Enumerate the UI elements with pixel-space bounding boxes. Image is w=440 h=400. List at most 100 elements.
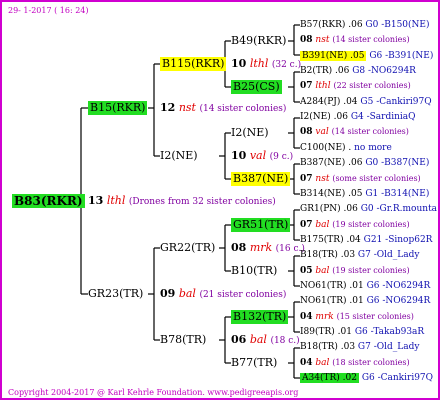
- root-note: (Drones from 32 sister colonies): [128, 197, 276, 207]
- g4-queen-label: I89(TR) .01: [300, 327, 352, 337]
- g4-queen-label: GR1(PN) .06: [300, 204, 358, 214]
- g4-queen-24: A34(TR) .02 G6 -Cankiri97Q: [300, 371, 433, 385]
- g4-queen-6: A284(PJ) .04 G5 -Cankiri97Q: [300, 95, 432, 109]
- g4-origin: no more: [354, 143, 392, 153]
- g4-origin: G0 -B150(NE): [365, 20, 430, 30]
- queen-g3-4: B387(NE): [231, 172, 291, 186]
- g4-queen-7: I2(NE) .06 G4 -SardiniaQ: [300, 110, 416, 124]
- g4-queen-label: NO61(TR) .01: [300, 296, 364, 306]
- g4-mark: nst: [315, 35, 330, 45]
- g4-queen-label: B18(TR) .03: [300, 342, 356, 352]
- g4-note: (19 sister colonies): [332, 220, 410, 229]
- g4-origin: G7 -Old_Lady: [357, 342, 420, 352]
- g4-mark: nst: [315, 174, 330, 184]
- g4-gen: 07: [300, 81, 313, 91]
- g4-queen-label: B2(TR) .06: [300, 66, 350, 76]
- mark-g1-2: bal: [178, 287, 196, 300]
- g4-gen: 08: [300, 127, 313, 137]
- g4-mark: mrk: [315, 312, 334, 322]
- gen-g1-1: 12: [160, 101, 176, 114]
- g4-note: (14 sister colonies): [332, 35, 410, 44]
- g4-origin: G6 -Takab93aR: [354, 327, 425, 337]
- g4-mark: lthl: [315, 81, 331, 91]
- note-g1-2: (21 sister colonies): [199, 290, 287, 300]
- g4-queen-label: B314(NE) .05: [300, 189, 363, 199]
- g4-gen: 07: [300, 220, 313, 230]
- g4-queen-label: I2(NE) .06: [300, 112, 348, 122]
- mating-g1-1: 12 nst (14 sister colonies): [160, 101, 286, 116]
- g4-gen: 08: [300, 35, 313, 45]
- g4-origin: G8 -NO6294R: [352, 66, 416, 76]
- g4-queen-9: C100(NE) . no more: [300, 141, 392, 155]
- mark-g2-3: mrk: [249, 241, 273, 254]
- queen-g3-2: B25(CS): [231, 80, 282, 94]
- queen-g3-5: GR51(TR): [231, 218, 291, 232]
- g4-origin: G1 -B314(NE): [365, 189, 430, 199]
- queen-g2-2: I2(NE): [160, 149, 198, 162]
- g4-queen-label: B391(NE) .05: [300, 51, 367, 61]
- g4-mating-11: 07 nst (some sister colonies): [300, 172, 421, 186]
- mark-g2-2: val: [249, 149, 267, 162]
- g4-queen-4: B2(TR) .06 G8 -NO6294R: [300, 64, 416, 78]
- g4-queen-label: B18(TR) .03: [300, 250, 356, 260]
- gen-g1-2: 09: [160, 287, 176, 300]
- g4-mating-2: 08 nst (14 sister colonies): [300, 33, 410, 47]
- g4-gen: 07: [300, 174, 313, 184]
- g4-mating-5: 07 lthl (22 sister colonies): [300, 79, 411, 93]
- g4-origin: G6 -NO6294R: [366, 281, 431, 291]
- g4-queen-label: A34(TR) .02: [300, 373, 359, 383]
- g4-queen-label: C100(NE) .: [300, 143, 352, 153]
- root-gen: 13: [88, 194, 104, 207]
- gen-g2-1: 10: [231, 57, 247, 70]
- g4-queen-12: B314(NE) .05 G1 -B314(NE): [300, 187, 429, 201]
- queen-g2-1: B115(RKR): [160, 57, 227, 71]
- g4-queen-label: B387(NE) .06: [300, 158, 363, 168]
- g4-origin: G0 -Gr.R.mounta: [360, 204, 438, 214]
- g4-note: (some sister colonies): [332, 174, 421, 183]
- g4-origin: G7 -Old_Lady: [357, 250, 420, 260]
- g4-origin: G4 -SardiniaQ: [350, 112, 416, 122]
- g4-queen-label: B57(RKR) .06: [300, 20, 363, 30]
- date-stamp: 29- 1-2017 ( 16: 24): [8, 6, 89, 15]
- g4-origin: G0 -B387(NE): [365, 158, 430, 168]
- mating-g2-3: 08 mrk (16 c.): [231, 241, 305, 256]
- g4-queen-label: A284(PJ) .04: [300, 97, 358, 107]
- g4-queen-10: B387(NE) .06 G0 -B387(NE): [300, 156, 429, 170]
- note-g2-1: (32 c.): [271, 60, 302, 70]
- queen-g3-1: B49(RKR): [231, 34, 287, 47]
- g4-mark: bal: [315, 358, 330, 368]
- g4-gen: 04: [300, 312, 313, 322]
- gen-g2-3: 08: [231, 241, 247, 254]
- g4-note: (14 sister colonies): [331, 127, 409, 136]
- g4-queen-18: NO61(TR) .01 G6 -NO6294R: [300, 279, 430, 293]
- note-g2-2: (9 c.): [269, 152, 294, 162]
- g4-origin: G21 -Sinop62R: [363, 235, 433, 245]
- g4-queen-21: I89(TR) .01 G6 -Takab93aR: [300, 325, 424, 339]
- queen-g3-3: I2(NE): [231, 126, 269, 139]
- queen-g1-1: B15(RKR): [88, 101, 148, 115]
- g4-origin: G6 -B391(NE): [369, 51, 434, 61]
- g4-queen-1: B57(RKR) .06 G0 -B150(NE): [300, 18, 430, 32]
- g4-origin: G6 -Cankiri97Q: [361, 373, 434, 383]
- mating-g2-4: 06 bal (18 c.): [231, 333, 300, 348]
- g4-note: (19 sister colonies): [332, 266, 410, 275]
- pedigree-frame: 29- 1-2017 ( 16: 24) B83(RKR) 13 lthl (D…: [0, 0, 440, 400]
- g4-origin: G6 -NO6294R: [366, 296, 431, 306]
- mating-g2-2: 10 val (9 c.): [231, 149, 293, 164]
- g4-origin: G5 -Cankiri97Q: [360, 97, 432, 107]
- note-g1-1: (14 sister colonies): [199, 104, 287, 114]
- root-queen: B83(RKR): [12, 194, 85, 208]
- queen-g3-8: B77(TR): [231, 356, 278, 369]
- g4-queen-19: NO61(TR) .01 G6 -NO6294R: [300, 294, 430, 308]
- queen-g1-2: GR23(TR): [88, 287, 144, 300]
- g4-mark: val: [315, 127, 329, 137]
- g4-queen-label: NO61(TR) .01: [300, 281, 364, 291]
- mark-g2-4: bal: [249, 333, 267, 346]
- note-g2-4: (18 c.): [270, 336, 300, 346]
- g4-note: (18 sister colonies): [332, 358, 410, 367]
- g4-mark: bal: [315, 220, 330, 230]
- mating-g1-2: 09 bal (21 sister colonies): [160, 287, 286, 302]
- copyright: Copyright 2004-2017 @ Karl Kehrle Founda…: [8, 388, 299, 397]
- gen-g2-2: 10: [231, 149, 247, 162]
- queen-g2-3: GR22(TR): [160, 241, 216, 254]
